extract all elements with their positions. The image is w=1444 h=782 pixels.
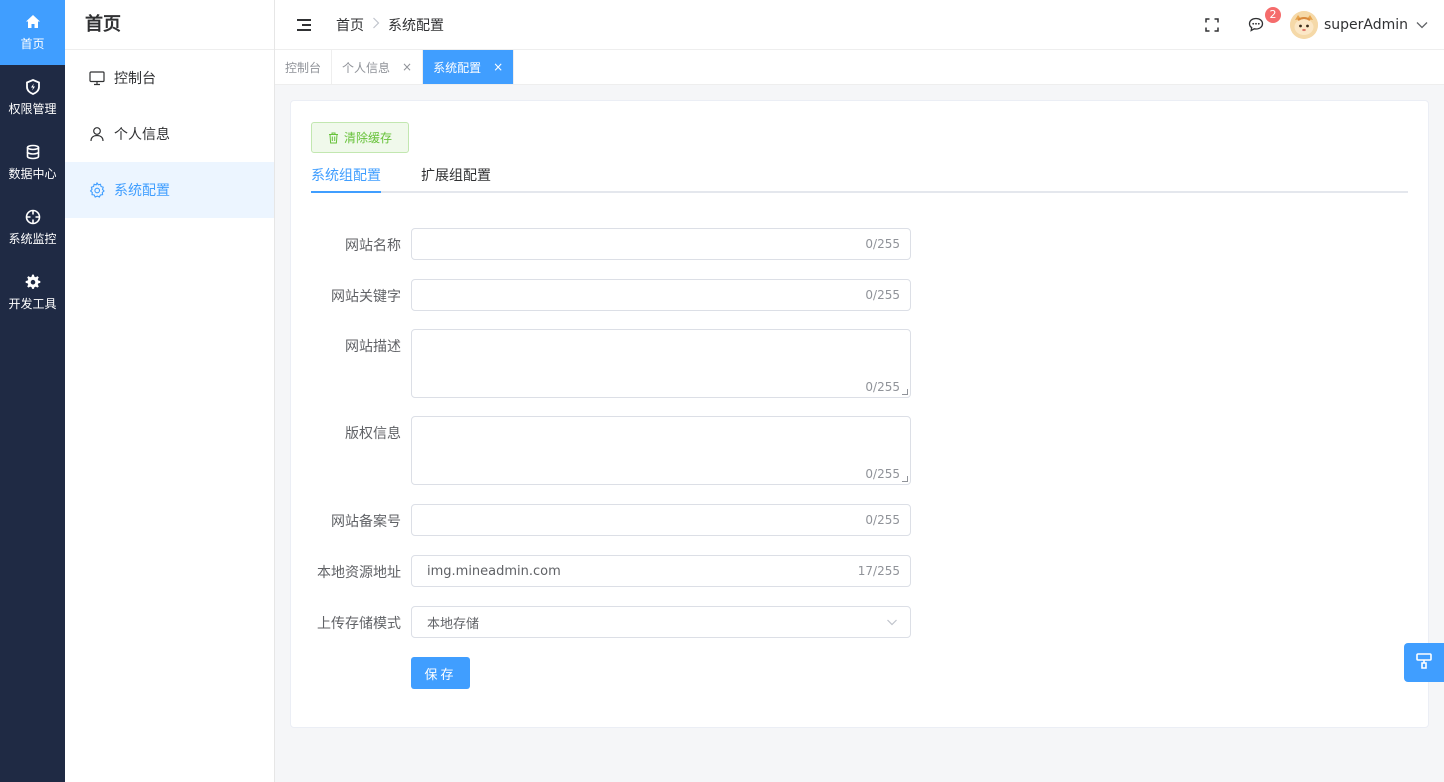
char-count: 0/255 [865, 513, 900, 527]
sidebar-item-label: 个人信息 [114, 127, 170, 143]
form-label: 本地资源地址 [317, 565, 401, 581]
form-label: 网站备案号 [331, 514, 401, 530]
rail-item-permission[interactable]: 权限管理 [0, 65, 65, 130]
tab-system-group[interactable]: 系统组配置 [311, 165, 381, 185]
form-label: 网站关键字 [331, 289, 401, 305]
theme-settings-button[interactable] [1404, 643, 1444, 682]
settings-icon [89, 182, 105, 198]
site-desc-textarea[interactable]: 0/255 [411, 329, 911, 398]
close-icon[interactable]: × [402, 60, 412, 74]
rail-item-label: 权限管理 [8, 102, 57, 116]
char-count: 17/255 [857, 564, 900, 578]
tag-label: 系统配置 [433, 60, 482, 75]
rail-item-label: 数据中心 [8, 167, 57, 181]
rail-item-label: 系统监控 [8, 232, 57, 246]
user-menu[interactable]: superAdmin [1289, 10, 1428, 39]
rail-item-home[interactable]: 首页 [0, 0, 65, 65]
header-actions: 2 superAdmin [1192, 6, 1444, 41]
rail-item-data-center[interactable]: 数据中心 [0, 130, 65, 195]
save-button[interactable]: 保存 [411, 657, 470, 689]
chevron-down-icon [1416, 17, 1428, 33]
tag-profile[interactable]: 个人信息 × [332, 50, 424, 84]
notification-badge: 2 [1264, 6, 1281, 23]
tag-label: 控制台 [285, 60, 322, 75]
form-label: 上传存储模式 [317, 616, 401, 632]
sidebar-item-label: 控制台 [114, 71, 156, 87]
tab-extend-group[interactable]: 扩展组配置 [421, 165, 491, 185]
gear-icon [24, 273, 42, 291]
database-icon [24, 143, 42, 161]
chevron-right-icon [372, 17, 380, 33]
sidebar-item-system-config[interactable]: 系统配置 [65, 162, 274, 218]
target-icon [24, 208, 42, 226]
sub-sidebar: 首页 控制台 个人信息 系统配置 [65, 0, 275, 782]
sidebar-item-profile[interactable]: 个人信息 [65, 106, 274, 162]
config-card: 清除缓存 系统组配置 扩展组配置 网站名称 0/255 网站关键字 0/255 … [290, 100, 1429, 728]
rail-item-monitor[interactable]: 系统监控 [0, 195, 65, 260]
char-count: 0/255 [865, 380, 900, 394]
breadcrumb-item-home[interactable]: 首页 [336, 15, 364, 35]
collapse-menu-icon[interactable] [297, 18, 311, 31]
chevron-down-icon [886, 616, 898, 632]
site-keywords-input[interactable]: 0/255 [411, 279, 911, 311]
sidebar-item-label: 系统配置 [114, 183, 170, 199]
fullscreen-icon[interactable] [1196, 9, 1228, 41]
avatar [1289, 10, 1318, 39]
char-count: 0/255 [865, 288, 900, 302]
user-icon [89, 126, 105, 142]
clear-cache-label: 清除缓存 [343, 131, 392, 145]
main-nav-rail: 首页 权限管理 数据中心 系统监控 开发工具 [0, 0, 65, 782]
resource-url-input[interactable]: img.mineadmin.com 17/255 [411, 555, 911, 587]
resize-handle[interactable] [902, 476, 908, 482]
close-icon[interactable]: × [493, 60, 503, 74]
paint-roller-icon [1415, 652, 1433, 674]
resize-handle[interactable] [902, 389, 908, 395]
monitor-icon [89, 70, 105, 86]
clear-cache-button[interactable]: 清除缓存 [311, 122, 409, 153]
sidebar-item-dashboard[interactable]: 控制台 [65, 50, 274, 106]
upload-mode-select[interactable]: 本地存储 [411, 606, 911, 638]
username: superAdmin [1323, 16, 1408, 33]
tab-active-indicator [311, 191, 381, 193]
breadcrumb: 首页 系统配置 [336, 15, 444, 35]
form-label: 网站名称 [345, 238, 401, 254]
trash-icon [328, 132, 339, 144]
breadcrumb-item-current: 系统配置 [388, 17, 444, 34]
tag-label: 个人信息 [342, 60, 391, 75]
form-label: 网站描述 [345, 339, 401, 355]
home-icon [24, 13, 42, 31]
site-name-input[interactable]: 0/255 [411, 228, 911, 260]
shield-icon [24, 78, 42, 96]
tag-dashboard[interactable]: 控制台 [275, 50, 333, 84]
rail-item-dev-tools[interactable]: 开发工具 [0, 260, 65, 325]
top-header: 首页 系统配置 2 superAdmin [275, 0, 1444, 50]
record-no-input[interactable]: 0/255 [411, 504, 911, 536]
char-count: 0/255 [865, 237, 900, 251]
message-icon[interactable]: 2 [1240, 6, 1281, 41]
rail-item-label: 首页 [20, 37, 45, 51]
tags-view-bar: 控制台 个人信息 × 系统配置 × [275, 50, 1444, 85]
form-label: 版权信息 [345, 426, 401, 442]
copyright-textarea[interactable]: 0/255 [411, 416, 911, 485]
rail-item-label: 开发工具 [8, 297, 57, 311]
tag-system-config[interactable]: 系统配置 × [423, 50, 515, 84]
config-tabs: 系统组配置 扩展组配置 [311, 153, 1408, 193]
sidebar-title: 首页 [65, 0, 274, 50]
char-count: 0/255 [865, 467, 900, 481]
